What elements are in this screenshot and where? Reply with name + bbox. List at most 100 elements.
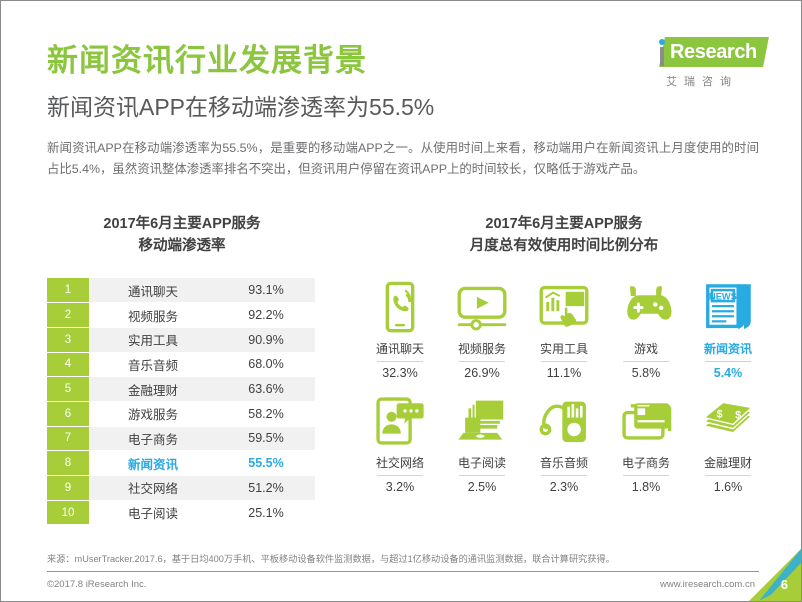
penetration-value-cell: 92.2% bbox=[217, 302, 315, 328]
penetration-value-cell: 58.2% bbox=[217, 401, 315, 427]
rank-cell: 6 bbox=[47, 401, 89, 427]
table-row: 9 社交网络 51.2% bbox=[47, 475, 315, 501]
icon-label-underline bbox=[623, 361, 669, 362]
icon-label: 电子阅读 bbox=[457, 456, 506, 470]
icon-label-underline bbox=[377, 361, 423, 362]
page-number: 6 bbox=[780, 577, 788, 592]
rank-cell: 2 bbox=[47, 302, 89, 328]
penetration-value-cell: 55.5% bbox=[217, 450, 315, 476]
penetration-rank-table: 1 通讯聊天 93.1% 2 视频服务 92.2% 3 实用工具 90.9% 4 音乐音频 68.0%… bbox=[47, 278, 315, 526]
icon-label: 社交网络 bbox=[375, 456, 424, 470]
left-panel-title-line2: 移动端渗透率 bbox=[138, 238, 226, 254]
category-name-cell: 社交网络 bbox=[89, 475, 217, 501]
usage-time-share-panel: 2017年6月主要APP服务 月度总有效使用时间比例分布 通讯聊天 32.3% 视频… bbox=[359, 213, 769, 507]
app-category-icon-grid: 通讯聊天 32.3% 视频服务 26.9% 实用工具 11.1% 游戏 5.8% NEWS 新闻资… bbox=[359, 279, 769, 507]
icon-value: 26.9% bbox=[464, 366, 500, 380]
social-avatar-icon bbox=[372, 393, 428, 449]
ebook-laptop-icon bbox=[454, 393, 510, 449]
icon-label-underline bbox=[459, 475, 505, 476]
footer-divider bbox=[47, 571, 759, 572]
icon-value: 11.1% bbox=[546, 366, 582, 380]
icon-value: 1.6% bbox=[713, 480, 743, 494]
website-url: www.iresearch.com.cn bbox=[659, 579, 755, 590]
table-row: 8 新闻资讯 55.5% bbox=[47, 450, 315, 476]
icon-value: 5.4% bbox=[713, 366, 743, 380]
tablet-tools-icon bbox=[536, 279, 592, 335]
logo-letter-i-dot-icon bbox=[659, 39, 665, 45]
rank-cell: 7 bbox=[47, 426, 89, 452]
svg-text:$: $ bbox=[735, 409, 741, 421]
penetration-value-cell: 59.5% bbox=[217, 426, 315, 452]
phone-chat-icon bbox=[372, 279, 428, 335]
list-item: 社交网络 3.2% bbox=[359, 393, 441, 494]
rank-cell: 5 bbox=[47, 376, 89, 402]
money-stack-icon: $ $ bbox=[700, 393, 756, 449]
table-row: 1 通讯聊天 93.1% bbox=[47, 278, 315, 304]
intro-paragraph-block: 新闻资讯APP在移动端渗透率为55.5%，是重要的移动端APP之一。从使用时间上… bbox=[47, 138, 759, 180]
table-row: 4 音乐音频 68.0% bbox=[47, 352, 315, 378]
list-item: 音乐音频 2.3% bbox=[523, 393, 605, 494]
newspaper-icon: NEWS bbox=[700, 279, 756, 335]
music-player-icon bbox=[536, 393, 592, 449]
category-name-cell: 通讯聊天 bbox=[89, 278, 217, 304]
rank-cell: 1 bbox=[47, 278, 89, 304]
icon-value: 3.2% bbox=[385, 480, 415, 494]
table-row: 2 视频服务 92.2% bbox=[47, 302, 315, 328]
icon-label: 金融理财 bbox=[703, 456, 752, 470]
icon-value: 2.3% bbox=[549, 480, 579, 494]
table-row: 10 电子阅读 25.1% bbox=[47, 500, 315, 526]
category-name-cell: 金融理财 bbox=[89, 376, 217, 402]
list-item: 实用工具 11.1% bbox=[523, 279, 605, 380]
list-item: 视频服务 26.9% bbox=[441, 279, 523, 380]
icon-value: 1.8% bbox=[631, 480, 661, 494]
penetration-rate-panel: 2017年6月主要APP服务 移动端渗透率 1 通讯聊天 93.1% 2 视频服务 92.… bbox=[47, 213, 317, 526]
logo-chinese-name: 艾瑞咨询 bbox=[666, 76, 738, 88]
rank-cell: 4 bbox=[47, 352, 89, 378]
category-name-cell: 游戏服务 bbox=[89, 401, 217, 427]
right-panel-title-line2: 月度总有效使用时间比例分布 bbox=[469, 238, 659, 254]
icon-value: 2.5% bbox=[467, 480, 497, 494]
penetration-value-cell: 93.1% bbox=[217, 278, 315, 304]
icon-value: 32.3% bbox=[382, 366, 418, 380]
left-panel-title: 2017年6月主要APP服务 移动端渗透率 bbox=[47, 213, 317, 257]
category-name-cell: 视频服务 bbox=[89, 302, 217, 328]
source-note: 来源：mUserTracker.2017.6，基于日均400万手机、平板移动设备… bbox=[47, 554, 615, 564]
list-item: 电子商务 1.8% bbox=[605, 393, 687, 494]
penetration-value-cell: 68.0% bbox=[217, 352, 315, 378]
page-subtitle: 新闻资讯APP在移动端渗透率为55.5% bbox=[47, 94, 435, 120]
rank-cell: 9 bbox=[47, 475, 89, 501]
icon-label-underline bbox=[705, 475, 751, 476]
rank-cell: 8 bbox=[47, 450, 89, 476]
icon-label: 实用工具 bbox=[539, 342, 588, 356]
icon-label-underline bbox=[541, 361, 587, 362]
category-name-cell: 电子商务 bbox=[89, 426, 217, 452]
list-item: 游戏 5.8% bbox=[605, 279, 687, 380]
icon-label: 音乐音频 bbox=[539, 456, 588, 470]
left-panel-title-line1: 2017年6月主要APP服务 bbox=[103, 216, 261, 232]
table-row: 3 实用工具 90.9% bbox=[47, 327, 315, 353]
slide-page: 新闻资讯行业发展背景 新闻资讯APP在移动端渗透率为55.5% Research… bbox=[0, 0, 802, 602]
table-row: 6 游戏服务 58.2% bbox=[47, 401, 315, 427]
right-panel-title: 2017年6月主要APP服务 月度总有效使用时间比例分布 bbox=[359, 213, 769, 257]
table-row: 5 金融理财 63.6% bbox=[47, 376, 315, 402]
list-item: 通讯聊天 32.3% bbox=[359, 279, 441, 380]
right-panel-title-line1: 2017年6月主要APP服务 bbox=[485, 216, 643, 232]
iresearch-logo: Research 艾瑞咨询 bbox=[648, 37, 769, 92]
gamepad-icon bbox=[618, 279, 674, 335]
list-item: 电子阅读 2.5% bbox=[441, 393, 523, 494]
rank-cell: 10 bbox=[47, 500, 89, 526]
icon-label: 游戏 bbox=[633, 342, 658, 356]
penetration-value-cell: 63.6% bbox=[217, 376, 315, 402]
list-item: NEWS 新闻资讯 5.4% bbox=[687, 279, 769, 380]
category-name-cell: 音乐音频 bbox=[89, 352, 217, 378]
icon-value: 5.8% bbox=[631, 366, 661, 380]
icon-label: 通讯聊天 bbox=[375, 342, 424, 356]
copyright-text: ©2017.8 iResearch Inc. bbox=[47, 579, 147, 590]
penetration-value-cell: 25.1% bbox=[217, 500, 315, 526]
logo-letter-i-stem bbox=[660, 47, 664, 66]
logo-wordmark: Research bbox=[670, 41, 757, 63]
category-name-cell: 实用工具 bbox=[89, 327, 217, 353]
logo-mark: Research bbox=[648, 37, 769, 71]
icon-label-underline bbox=[377, 475, 423, 476]
page-title: 新闻资讯行业发展背景 bbox=[47, 43, 367, 78]
